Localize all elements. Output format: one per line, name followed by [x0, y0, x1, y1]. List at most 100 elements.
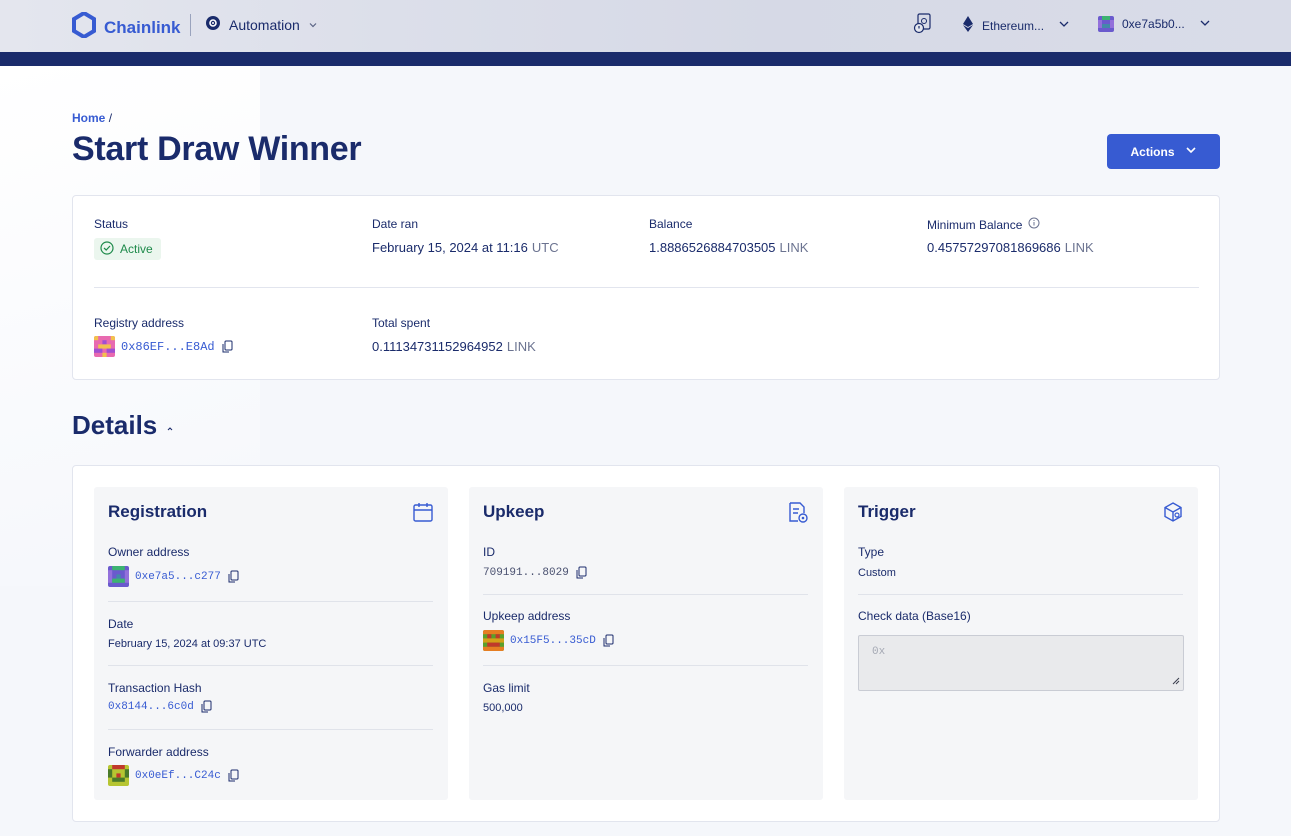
copy-icon[interactable] [227, 570, 240, 583]
chevron-down-icon [1199, 17, 1211, 32]
network-selector[interactable]: Ethereum... [962, 16, 1070, 35]
chevron-down-icon [1058, 18, 1070, 33]
account-avatar [1098, 16, 1114, 32]
breadcrumb: Home / [72, 111, 112, 125]
trigger-type-label: Type [858, 545, 885, 559]
copy-icon[interactable] [227, 769, 240, 782]
docs-button[interactable] [912, 12, 934, 37]
date-label: Date [108, 617, 134, 631]
min-balance-unit: LINK [1064, 240, 1094, 255]
panel-divider [108, 729, 433, 730]
trigger-type-value: Custom [858, 567, 896, 579]
forwarder-address-link[interactable]: 0x0eEf...C24c [135, 770, 221, 782]
product-name: Automation [229, 16, 300, 33]
actions-label: Actions [1130, 144, 1175, 159]
owner-avatar [108, 566, 129, 587]
upkeep-address-label: Upkeep address [483, 609, 571, 623]
account-selector[interactable]: 0xe7a5b0... [1098, 16, 1211, 32]
date-ran-text: February 15, 2024 at 11:16 [372, 240, 528, 255]
brand-logo[interactable]: Chainlink [72, 10, 181, 43]
calendar-icon [412, 501, 434, 528]
copy-icon[interactable] [602, 634, 615, 647]
owner-address-label: Owner address [108, 545, 190, 559]
cube-icon [1162, 501, 1184, 528]
details-toggle[interactable]: Details [72, 410, 175, 441]
date-value: February 15, 2024 at 09:37 UTC [108, 638, 267, 650]
registration-panel: Registration Owner address 0xe7a5...c277… [94, 487, 448, 800]
registry-address-row: 0x86EF...E8Ad [94, 336, 234, 357]
brand-name: Chainlink [104, 17, 181, 37]
balance-unit: LINK [779, 240, 809, 255]
forwarder-avatar [108, 765, 129, 786]
gas-limit-value: 500,000 [483, 702, 523, 714]
header-divider [190, 14, 191, 36]
min-balance-amount: 0.45757297081869686 [927, 240, 1061, 255]
resize-handle-icon[interactable] [1171, 676, 1180, 689]
check-data-label: Check data (Base16) [858, 609, 971, 623]
info-icon[interactable] [1028, 217, 1040, 232]
total-spent-label: Total spent [372, 316, 431, 330]
panel-divider [858, 594, 1183, 595]
min-balance-value: 0.45757297081869686 LINK [927, 240, 1094, 255]
check-data-placeholder: 0x [872, 646, 886, 658]
status-label: Status [94, 217, 129, 231]
upkeep-id-value: 709191...8029 [483, 566, 569, 579]
upkeep-address-link[interactable]: 0x15F5...35cD [510, 635, 596, 647]
forwarder-address-row: 0x0eEf...C24c [108, 765, 240, 786]
gas-limit-label: Gas limit [483, 681, 530, 695]
summary-divider [94, 287, 1199, 288]
panel-divider [108, 601, 433, 602]
breadcrumb-home-link[interactable]: Home [72, 111, 105, 125]
registry-address-label: Registry address [94, 316, 185, 330]
upkeep-id-label: ID [483, 545, 495, 559]
total-spent-value: 0.11134731152964952 LINK [372, 339, 536, 354]
product-switcher[interactable]: Automation [205, 15, 318, 34]
balance-value: 1.8886526884703505 LINK [649, 240, 808, 255]
check-circle-icon [100, 240, 114, 258]
upkeep-title: Upkeep [483, 502, 545, 521]
ethereum-icon [962, 16, 974, 35]
upkeep-avatar [483, 630, 504, 651]
owner-address-link[interactable]: 0xe7a5...c277 [135, 571, 221, 583]
details-title: Details [72, 410, 158, 440]
upkeep-panel: Upkeep ID 709191...8029 Upkeep address 0… [469, 487, 823, 800]
transaction-hash-link[interactable]: 0x8144...6c0d [108, 701, 194, 713]
min-balance-label: Minimum Balance [927, 217, 1023, 232]
forwarder-address-label: Forwarder address [108, 745, 209, 759]
date-ran-timezone: UTC [531, 240, 559, 255]
chevron-down-icon [1185, 144, 1197, 159]
copy-icon[interactable] [221, 340, 234, 353]
account-address: 0xe7a5b0... [1122, 17, 1185, 31]
transaction-hash-row: 0x8144...6c0d [108, 700, 213, 713]
panel-divider [108, 665, 433, 666]
total-spent-unit: LINK [506, 339, 536, 354]
upkeep-address-row: 0x15F5...35cD [483, 630, 615, 651]
copy-icon[interactable] [575, 566, 588, 579]
owner-address-row: 0xe7a5...c277 [108, 566, 240, 587]
transaction-hash-label: Transaction Hash [108, 681, 202, 695]
panel-divider [483, 594, 808, 595]
balance-amount: 1.8886526884703505 [649, 240, 776, 255]
balance-label: Balance [649, 217, 693, 231]
check-data-field[interactable]: 0x [858, 635, 1184, 691]
network-name: Ethereum... [982, 18, 1045, 33]
trigger-panel: Trigger Type Custom Check data (Base16) … [844, 487, 1198, 800]
docs-icon [912, 12, 934, 37]
status-badge: Active [94, 238, 161, 260]
trigger-title: Trigger [858, 502, 916, 521]
registry-avatar [94, 336, 115, 357]
chevron-up-icon [165, 410, 175, 441]
automation-gear-icon [205, 15, 221, 34]
upkeep-id-row: 709191...8029 [483, 566, 588, 579]
document-settings-icon [787, 501, 809, 528]
summary-card: Status Active Date ran February 15, 2024… [72, 195, 1220, 380]
registry-address-link[interactable]: 0x86EF...E8Ad [121, 340, 215, 354]
actions-button[interactable]: Actions [1107, 134, 1220, 169]
copy-icon[interactable] [200, 700, 213, 713]
chevron-down-icon [308, 17, 318, 33]
page-title: Start Draw Winner [72, 130, 362, 168]
nav-strip [0, 52, 1291, 66]
registration-title: Registration [108, 502, 208, 521]
details-card: Registration Owner address 0xe7a5...c277… [72, 465, 1220, 822]
panel-divider [483, 665, 808, 666]
